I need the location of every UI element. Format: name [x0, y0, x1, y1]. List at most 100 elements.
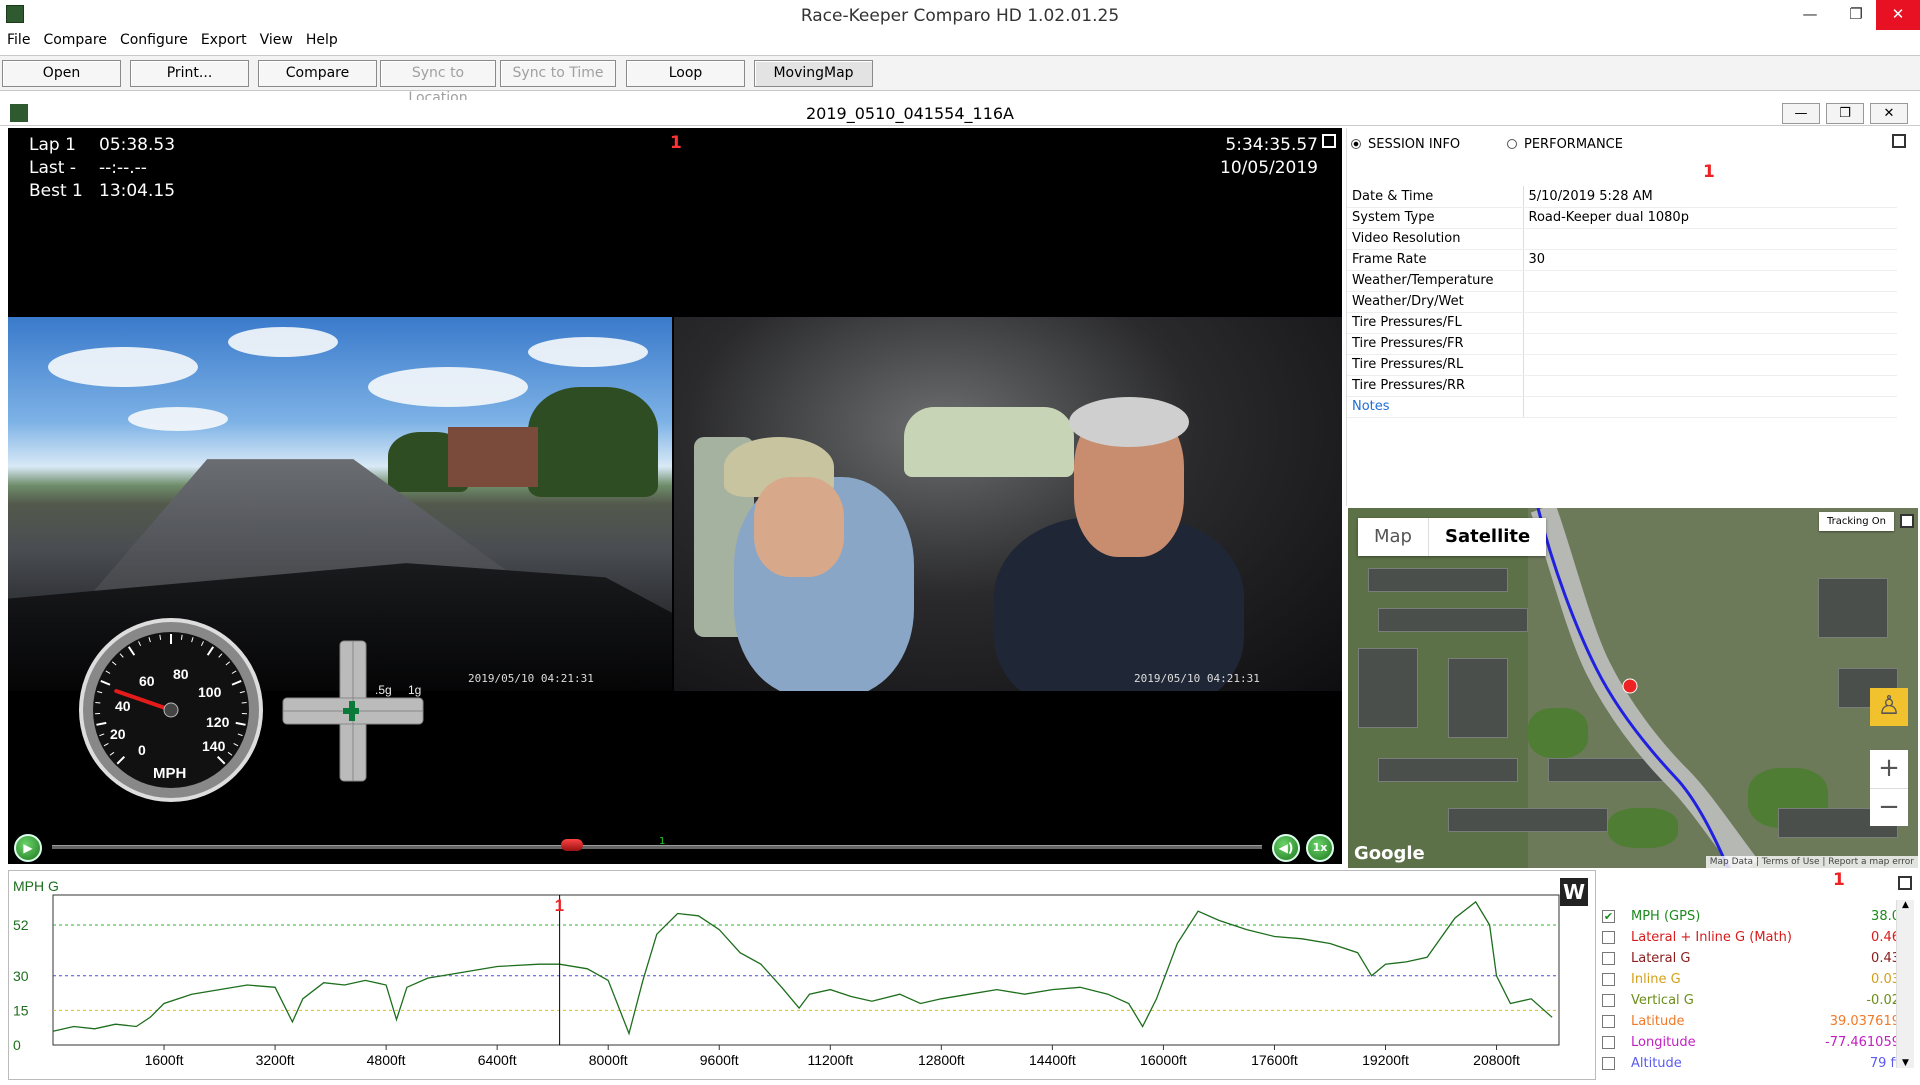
loop-button[interactable]: Loop [626, 60, 745, 87]
legend-item[interactable]: Latitude39.037619 [1600, 1011, 1900, 1031]
legend-item[interactable]: Vertical G-0.02 [1600, 990, 1900, 1010]
session-marker-flag: 1 [1703, 162, 1715, 182]
session-info-row: Video Resolution [1347, 228, 1897, 249]
channel-checkbox[interactable] [1602, 994, 1615, 1007]
map-attribution[interactable]: Map Data | Terms of Use | Report a map e… [1706, 856, 1918, 868]
g-meter: .5g 1g [278, 636, 428, 786]
map-type-control: Map Satellite [1358, 518, 1546, 556]
channel-value: 0.43 [1810, 951, 1900, 966]
session-info-value: 5/10/2019 5:28 AM [1523, 186, 1897, 207]
playback-speed-button[interactable]: 1x [1306, 834, 1334, 862]
speedo-unit: MPH [153, 765, 186, 782]
close-button[interactable]: ✕ [1876, 0, 1920, 30]
menu-compare[interactable]: Compare [36, 30, 113, 48]
channel-checkbox[interactable] [1602, 1015, 1615, 1028]
speedo-tick-0: 0 [138, 742, 146, 758]
channel-checkbox[interactable] [1602, 1036, 1615, 1049]
timeline-thumb[interactable] [561, 839, 583, 851]
satellite-tab[interactable]: Satellite [1428, 518, 1546, 556]
legend-item[interactable]: Altitude79 ft [1600, 1053, 1900, 1073]
zoom-out-button[interactable]: − [1870, 788, 1908, 826]
session-info-row: Weather/Temperature [1347, 270, 1897, 291]
channel-checkbox[interactable]: ✔ [1602, 910, 1615, 923]
scroll-up-icon[interactable]: ▲ [1897, 900, 1914, 910]
session-info-key: Video Resolution [1347, 228, 1523, 249]
moving-map-button[interactable]: MovingMap [754, 60, 873, 87]
scroll-down-icon[interactable]: ▼ [1897, 1058, 1914, 1068]
x-tick-label: 20800ft [1473, 1052, 1520, 1068]
session-info-value: 30 [1523, 249, 1897, 270]
session-info-key: Weather/Dry/Wet [1347, 291, 1523, 312]
zoom-in-button[interactable]: + [1870, 750, 1908, 788]
session-info-key[interactable]: Notes [1347, 396, 1523, 417]
session-info-value [1523, 291, 1897, 312]
channel-name: Lateral + Inline G (Math) [1631, 930, 1810, 945]
performance-tab[interactable]: PERFORMANCE [1507, 137, 1623, 152]
restore-button[interactable]: ❐ [1833, 0, 1879, 30]
menu-view[interactable]: View [253, 30, 299, 48]
channel-name: Longitude [1631, 1035, 1810, 1050]
channel-checkbox[interactable] [1602, 952, 1615, 965]
channel-name: Vertical G [1631, 993, 1810, 1008]
open-button[interactable]: Open [2, 60, 121, 87]
sync-to-location-button[interactable]: Sync to Location [380, 60, 496, 87]
title-bar: Race-Keeper Comparo HD 1.02.01.25 — ❐ ✕ [0, 0, 1920, 30]
menu-help[interactable]: Help [299, 30, 344, 48]
lap-info: Lap 105:38.53 Last ---:--.-- Best 113:04… [29, 134, 175, 203]
map-tab[interactable]: Map [1358, 518, 1428, 556]
lap-time: 05:38.53 [99, 134, 175, 157]
play-icon[interactable]: ▶ [14, 834, 42, 862]
legend-item[interactable]: Lateral + Inline G (Math)0.46 [1600, 927, 1900, 947]
doc-restore-button[interactable]: ❐ [1826, 103, 1864, 124]
session-info-value: Road-Keeper dual 1080p [1523, 207, 1897, 228]
front-camera-timestamp: 2019/05/10 04:21:31 [468, 672, 594, 685]
channel-checkbox[interactable] [1602, 1057, 1615, 1070]
data-chart[interactable]: MPH G01530521600ft3200ft4800ft6400ft8000… [8, 870, 1596, 1080]
video-maximize-icon[interactable] [1322, 134, 1336, 148]
session-info-key: Weather/Temperature [1347, 270, 1523, 291]
legend-item[interactable]: Inline G0.03 [1600, 969, 1900, 989]
doc-close-button[interactable]: ✕ [1870, 103, 1908, 124]
moving-map[interactable]: Map Satellite Tracking On ♙ + − Google M… [1348, 508, 1918, 868]
channel-checkbox[interactable] [1602, 973, 1615, 986]
timeline-scrubber[interactable] [52, 845, 1262, 849]
volume-icon[interactable]: ◀) [1272, 834, 1300, 862]
legend-item[interactable]: Longitude-77.461059 [1600, 1032, 1900, 1052]
print-button[interactable]: Print... [130, 60, 249, 87]
y-tick-label: 15 [13, 1002, 29, 1018]
legend-maximize-icon[interactable] [1898, 876, 1912, 890]
x-tick-label: 16000ft [1140, 1052, 1187, 1068]
minimize-button[interactable]: — [1787, 0, 1833, 30]
session-info-key: Frame Rate [1347, 249, 1523, 270]
session-info-key: Tire Pressures/RR [1347, 375, 1523, 396]
x-tick-label: 3200ft [256, 1052, 295, 1068]
map-maximize-icon[interactable] [1900, 514, 1914, 528]
timeline-lap-marker: 1 [659, 836, 665, 847]
compare-button[interactable]: Compare [258, 60, 377, 87]
street-view-pegman-icon[interactable]: ♙ [1870, 688, 1908, 726]
legend-item[interactable]: Lateral G0.43 [1600, 948, 1900, 968]
session-info-value [1523, 375, 1897, 396]
lap-marker-flag: 1 [670, 132, 682, 155]
sync-to-time-button[interactable]: Sync to Time [500, 60, 616, 87]
legend-scrollbar[interactable]: ▲ ▼ [1896, 900, 1914, 1068]
channel-checkbox[interactable] [1602, 931, 1615, 944]
session-maximize-icon[interactable] [1892, 134, 1906, 148]
menu-file[interactable]: File [0, 30, 36, 48]
legend-item[interactable]: ✔MPH (GPS)38.0 [1600, 906, 1900, 926]
chart-w-button[interactable]: W [1560, 878, 1588, 906]
performance-label: PERFORMANCE [1524, 137, 1623, 152]
menu-export[interactable]: Export [194, 30, 253, 48]
session-info-tab[interactable]: SESSION INFO [1351, 137, 1460, 152]
x-tick-label: 9600ft [700, 1052, 739, 1068]
tracking-toggle[interactable]: Tracking On [1819, 512, 1894, 531]
x-tick-label: 12800ft [918, 1052, 965, 1068]
session-info-row: Tire Pressures/FR [1347, 333, 1897, 354]
doc-minimize-button[interactable]: — [1782, 103, 1820, 124]
session-info-row: Weather/Dry/Wet [1347, 291, 1897, 312]
session-info-row: System TypeRoad-Keeper dual 1080p [1347, 207, 1897, 228]
video-panel[interactable]: Lap 105:38.53 Last ---:--.-- Best 113:04… [8, 128, 1342, 864]
menu-configure[interactable]: Configure [113, 30, 194, 48]
last-time: --:--.-- [99, 157, 147, 180]
session-info-row: Tire Pressures/RR [1347, 375, 1897, 396]
